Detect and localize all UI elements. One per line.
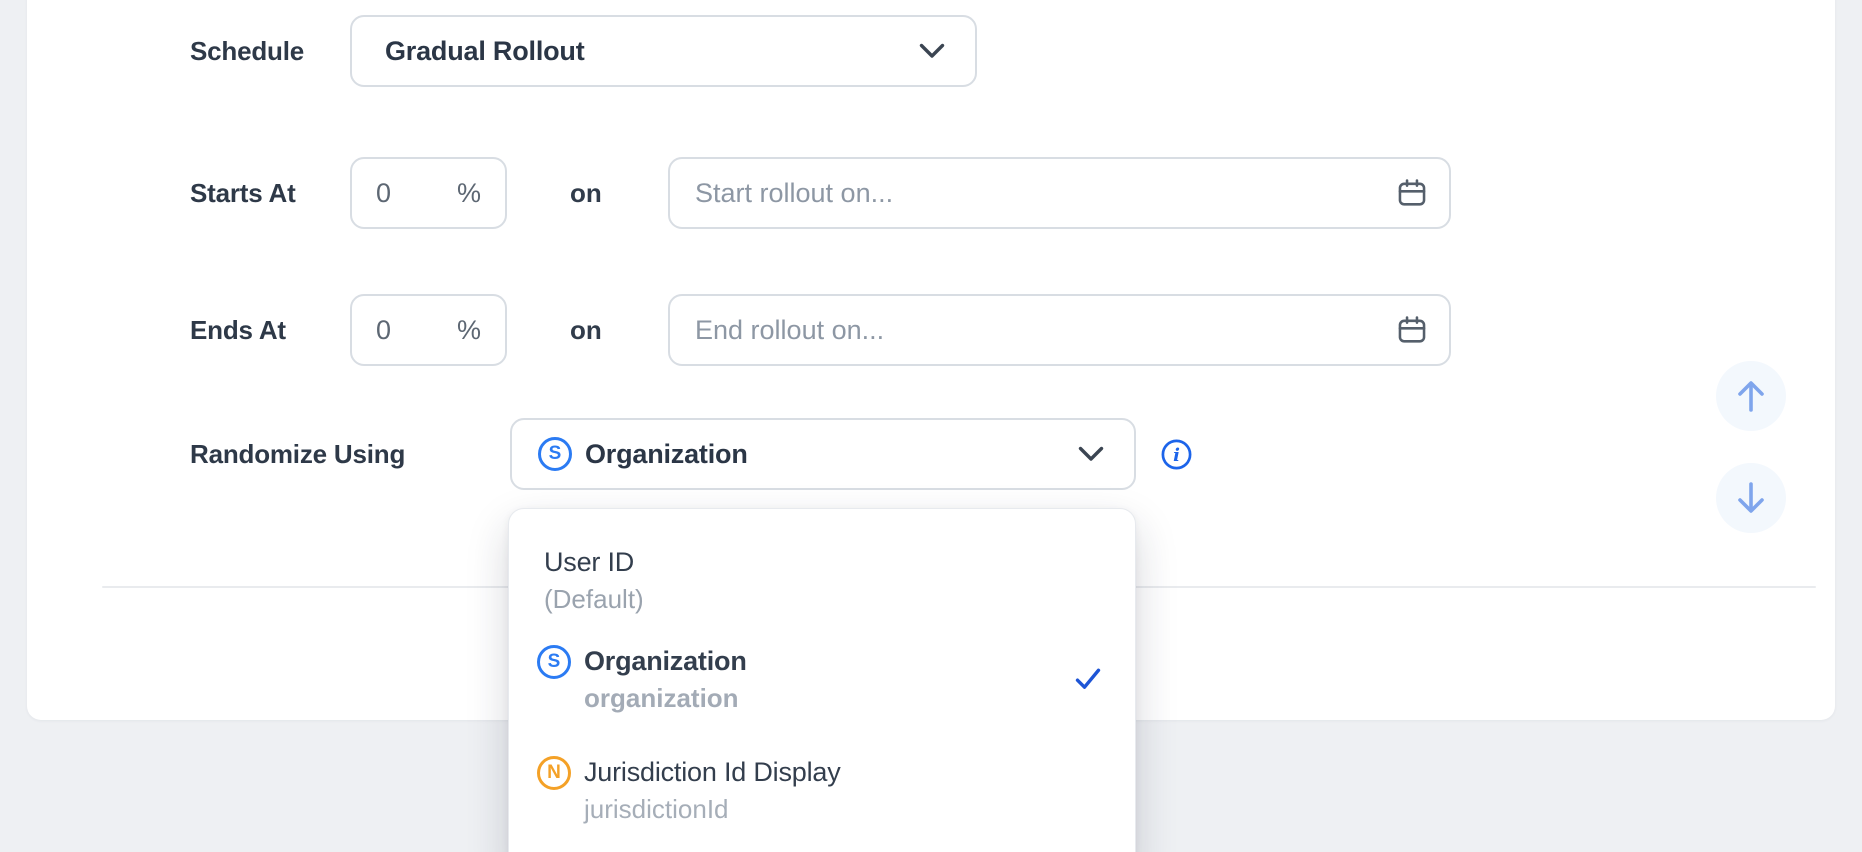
- chevron-down-icon: [1078, 446, 1104, 462]
- feature-flag-rollout-screen: Schedule Gradual Rollout Starts At % on …: [0, 0, 1862, 852]
- ends-at-percent-suffix: %: [457, 315, 481, 346]
- schedule-select-value: Gradual Rollout: [385, 36, 585, 67]
- randomize-using-label: Randomize Using: [190, 436, 405, 472]
- option-subtitle: organization: [584, 679, 747, 717]
- end-date-input[interactable]: [695, 315, 1381, 346]
- s-badge-icon: S: [537, 645, 571, 679]
- ends-at-percent-input[interactable]: [376, 315, 436, 346]
- randomize-using-dropdown-menu: User ID (Default) S Organization organiz…: [508, 508, 1136, 852]
- starts-at-label: Starts At: [190, 175, 296, 211]
- s-badge-icon: S: [538, 437, 572, 471]
- n-badge-letter: N: [547, 762, 561, 784]
- schedule-select[interactable]: Gradual Rollout: [350, 15, 977, 87]
- dropdown-option-organization[interactable]: S Organization organization: [537, 643, 747, 717]
- starts-at-on-label: on: [570, 175, 602, 211]
- option-subtitle: (Default): [544, 580, 644, 618]
- start-date-input[interactable]: [695, 178, 1381, 209]
- option-title: Organization: [584, 643, 747, 679]
- dropdown-option-jurisdiction-id-display[interactable]: N Jurisdiction Id Display jurisdictionId: [537, 754, 841, 828]
- ends-at-on-label: on: [570, 312, 602, 348]
- option-subtitle: jurisdictionId: [584, 790, 841, 828]
- ends-at-label: Ends At: [190, 312, 286, 348]
- starts-at-percent-input[interactable]: [376, 178, 436, 209]
- ends-at-percent-field: %: [350, 294, 507, 366]
- starts-at-percent-field: %: [350, 157, 507, 229]
- move-down-button[interactable]: [1716, 463, 1786, 533]
- s-badge-letter: S: [548, 651, 561, 673]
- calendar-icon[interactable]: [1395, 176, 1429, 210]
- schedule-label: Schedule: [190, 33, 304, 69]
- chevron-down-icon: [919, 43, 945, 59]
- arrow-up-icon: [1733, 377, 1769, 415]
- option-title: User ID: [544, 544, 644, 580]
- n-badge-icon: N: [537, 756, 571, 790]
- end-date-field: [668, 294, 1451, 366]
- arrow-down-icon: [1733, 479, 1769, 517]
- start-date-field: [668, 157, 1451, 229]
- option-title: Jurisdiction Id Display: [584, 754, 841, 790]
- check-icon: [1074, 666, 1102, 697]
- s-badge-letter: S: [549, 443, 562, 465]
- starts-at-percent-suffix: %: [457, 178, 481, 209]
- calendar-icon[interactable]: [1395, 313, 1429, 347]
- svg-text:i: i: [1173, 445, 1180, 466]
- randomize-using-select[interactable]: S Organization: [510, 418, 1136, 490]
- dropdown-option-user-id[interactable]: User ID (Default): [544, 544, 644, 618]
- info-icon[interactable]: i: [1160, 438, 1193, 471]
- move-up-button[interactable]: [1716, 361, 1786, 431]
- randomize-using-select-value: Organization: [585, 439, 748, 470]
